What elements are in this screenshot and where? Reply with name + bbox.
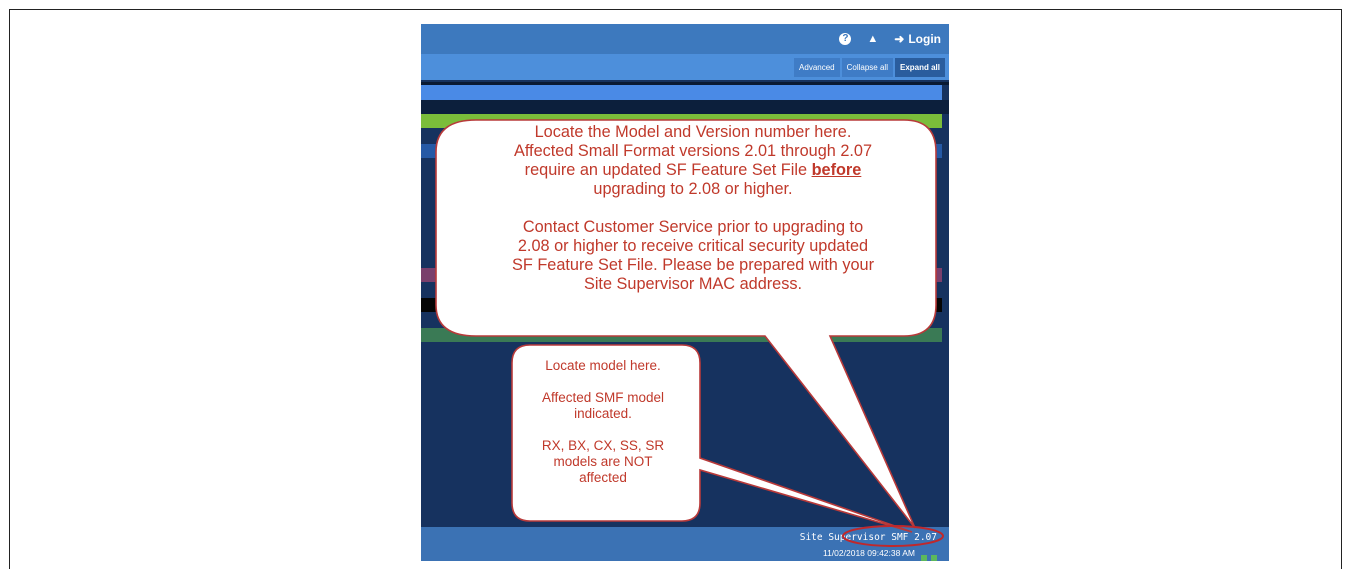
callout-line: Affected Small Format versions 2.01 thro… <box>513 142 873 160</box>
callout-line: RX, BX, CX, SS, SR <box>541 438 665 453</box>
callout-line: Contact Customer Service prior to upgrad… <box>522 218 864 236</box>
callout-line: models are NOT <box>553 454 653 469</box>
callout-line: Locate model here. <box>545 358 661 373</box>
callout-line: 2.08 or higher to receive critical secur… <box>517 237 869 255</box>
emphasis-before: before <box>811 161 862 179</box>
callout-line: Locate the Model and Version number here… <box>534 123 852 141</box>
model-highlight-ellipse <box>842 525 944 547</box>
small-callout-text: Locate model here. Affected SMF model in… <box>503 358 703 486</box>
callout-line: upgrading to 2.08 or higher. <box>593 180 793 198</box>
callout-line-part: require an updated SF Feature Set File <box>524 161 812 179</box>
callout-line: indicated. <box>574 406 632 421</box>
callout-line: Site Supervisor MAC address. <box>583 275 803 293</box>
callout-line: affected <box>579 470 627 485</box>
callout-line: require an updated SF Feature Set File b… <box>448 161 938 180</box>
callout-line: SF Feature Set File. Please be prepared … <box>512 256 874 274</box>
callout-line: Affected SMF model <box>541 390 665 405</box>
big-callout-text: Locate the Model and Version number here… <box>448 123 938 294</box>
